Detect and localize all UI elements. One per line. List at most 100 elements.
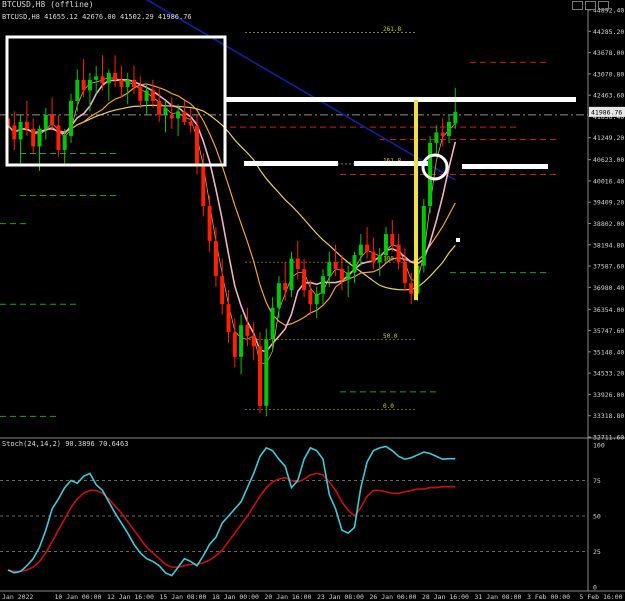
candle-body bbox=[18, 121, 23, 140]
stoch-tick-label: 75 bbox=[593, 477, 601, 485]
candle-body bbox=[232, 332, 237, 357]
stochastic-label: Stoch(24,14,2) 90.3896 70.6463 bbox=[2, 440, 129, 448]
ohlc-readout: BTCUSD,H8 41655.12 42676.00 41502.29 419… bbox=[2, 13, 192, 21]
candle-body bbox=[402, 262, 407, 284]
price-tick-label: 42463.60 bbox=[593, 92, 624, 100]
candle-body bbox=[358, 244, 363, 256]
annotation-bar-top bbox=[226, 97, 576, 102]
price-tick-label: 41249.20 bbox=[593, 134, 624, 142]
price-tick-label: 35140.40 bbox=[593, 348, 624, 356]
price-tick-label: 34533.20 bbox=[593, 370, 624, 378]
candle-body bbox=[182, 111, 187, 122]
candle-body bbox=[213, 241, 218, 277]
candle-body bbox=[302, 269, 307, 291]
candle-body bbox=[157, 100, 162, 115]
price-tick-label: 39409.20 bbox=[593, 199, 624, 207]
candle-body bbox=[75, 79, 80, 101]
time-tick-label: 10 Jan 00:00 bbox=[55, 593, 102, 601]
candle-body bbox=[113, 72, 118, 80]
candle-body bbox=[56, 125, 61, 150]
candle-body bbox=[43, 114, 48, 129]
candle-body bbox=[276, 283, 281, 308]
candle-body bbox=[245, 325, 250, 336]
time-tick-label: 26 Jan 00:00 bbox=[370, 593, 417, 601]
time-tick-label: 3 Feb 00:00 bbox=[527, 593, 570, 601]
candle-body bbox=[333, 262, 338, 270]
candle-body bbox=[12, 125, 17, 140]
price-tick-label: 43678.00 bbox=[593, 49, 624, 57]
annotation-bar-left bbox=[244, 161, 338, 166]
price-tick-label: 36980.40 bbox=[593, 284, 624, 292]
candle-body bbox=[264, 339, 269, 406]
candle-body bbox=[339, 269, 344, 280]
candle-body bbox=[100, 76, 105, 84]
candle-body bbox=[434, 132, 439, 143]
candle-body bbox=[226, 304, 231, 333]
price-tick-label: 33318.80 bbox=[593, 412, 624, 420]
candle-body bbox=[371, 251, 376, 263]
candle-body bbox=[346, 272, 351, 280]
candle-body bbox=[251, 335, 256, 347]
candle-body bbox=[377, 255, 382, 263]
candle-body bbox=[258, 346, 262, 406]
candle-body bbox=[283, 283, 288, 291]
stoch-signal-line bbox=[7, 472, 456, 573]
candle-body bbox=[314, 293, 319, 305]
fib-label: 0.0 bbox=[383, 403, 394, 410]
candle-body bbox=[201, 163, 206, 207]
price-tick-label: 40016.40 bbox=[593, 177, 624, 185]
chart-window: 44892.40 44285.20 43678.00 43070.80 42463.60… bbox=[0, 0, 625, 601]
candle-body bbox=[169, 114, 174, 119]
price-tick-label: 36354.00 bbox=[593, 306, 624, 314]
price-tick-label: 33926.00 bbox=[593, 391, 624, 399]
candle-body bbox=[384, 234, 388, 256]
ma-pink-line bbox=[7, 79, 457, 353]
candle-body bbox=[289, 258, 294, 291]
stoch-tick-label: 50 bbox=[593, 513, 601, 521]
annotation-circle bbox=[421, 153, 449, 181]
candle-body bbox=[308, 290, 313, 305]
candle-body bbox=[390, 234, 395, 245]
window-title: BTCUSD,H8 (offline) bbox=[2, 0, 94, 9]
fib-label: 50.0 bbox=[383, 333, 398, 340]
candle-body bbox=[440, 132, 445, 136]
close-icon[interactable] bbox=[598, 1, 609, 10]
price-tick-label: 44285.20 bbox=[593, 28, 624, 36]
price-tick-label: 38802.00 bbox=[593, 220, 624, 228]
candle-body bbox=[321, 276, 325, 294]
current-price-label: 41986.76 bbox=[591, 108, 622, 116]
time-tick-label: 12 Jan 16:00 bbox=[107, 593, 154, 601]
annotation-vertical bbox=[414, 100, 418, 300]
candle-body bbox=[87, 79, 92, 91]
candle-body bbox=[409, 283, 414, 294]
minimize-icon[interactable] bbox=[572, 1, 583, 10]
time-tick-label: 28 Jan 16:00 bbox=[422, 593, 469, 601]
stoch-tick-label: 25 bbox=[593, 548, 601, 556]
price-tick-label: 32711.60 bbox=[593, 434, 624, 442]
candle-body bbox=[50, 114, 55, 126]
price-tick-label: 40623.00 bbox=[593, 156, 624, 164]
candle-body bbox=[270, 307, 275, 340]
candle-body bbox=[24, 121, 29, 129]
candle-body bbox=[176, 111, 181, 119]
candle-body bbox=[132, 79, 136, 87]
candle-body bbox=[220, 276, 225, 305]
maximize-icon[interactable] bbox=[585, 1, 596, 10]
candle-body bbox=[195, 125, 199, 164]
candle-body bbox=[421, 206, 426, 266]
candle-body bbox=[327, 262, 332, 277]
price-tick-label: 37587.60 bbox=[593, 263, 624, 271]
time-tick-label: 23 Jan 08:00 bbox=[317, 593, 364, 601]
candle-body bbox=[81, 79, 86, 91]
annotation-bar-right bbox=[462, 164, 548, 169]
candle-body bbox=[119, 79, 124, 87]
candle-body bbox=[239, 325, 244, 357]
time-tick-label: 18 Jan 00:00 bbox=[212, 593, 259, 601]
candle-body bbox=[352, 255, 357, 273]
annotation-dot bbox=[456, 238, 460, 242]
candle-body bbox=[163, 107, 168, 115]
price-chart[interactable]: 44892.4044285.2043678.0043070.8042463.60… bbox=[0, 0, 625, 601]
time-tick-label: 20 Jan 16:00 bbox=[265, 593, 312, 601]
candle-body bbox=[428, 142, 433, 207]
candle-body bbox=[453, 111, 458, 124]
